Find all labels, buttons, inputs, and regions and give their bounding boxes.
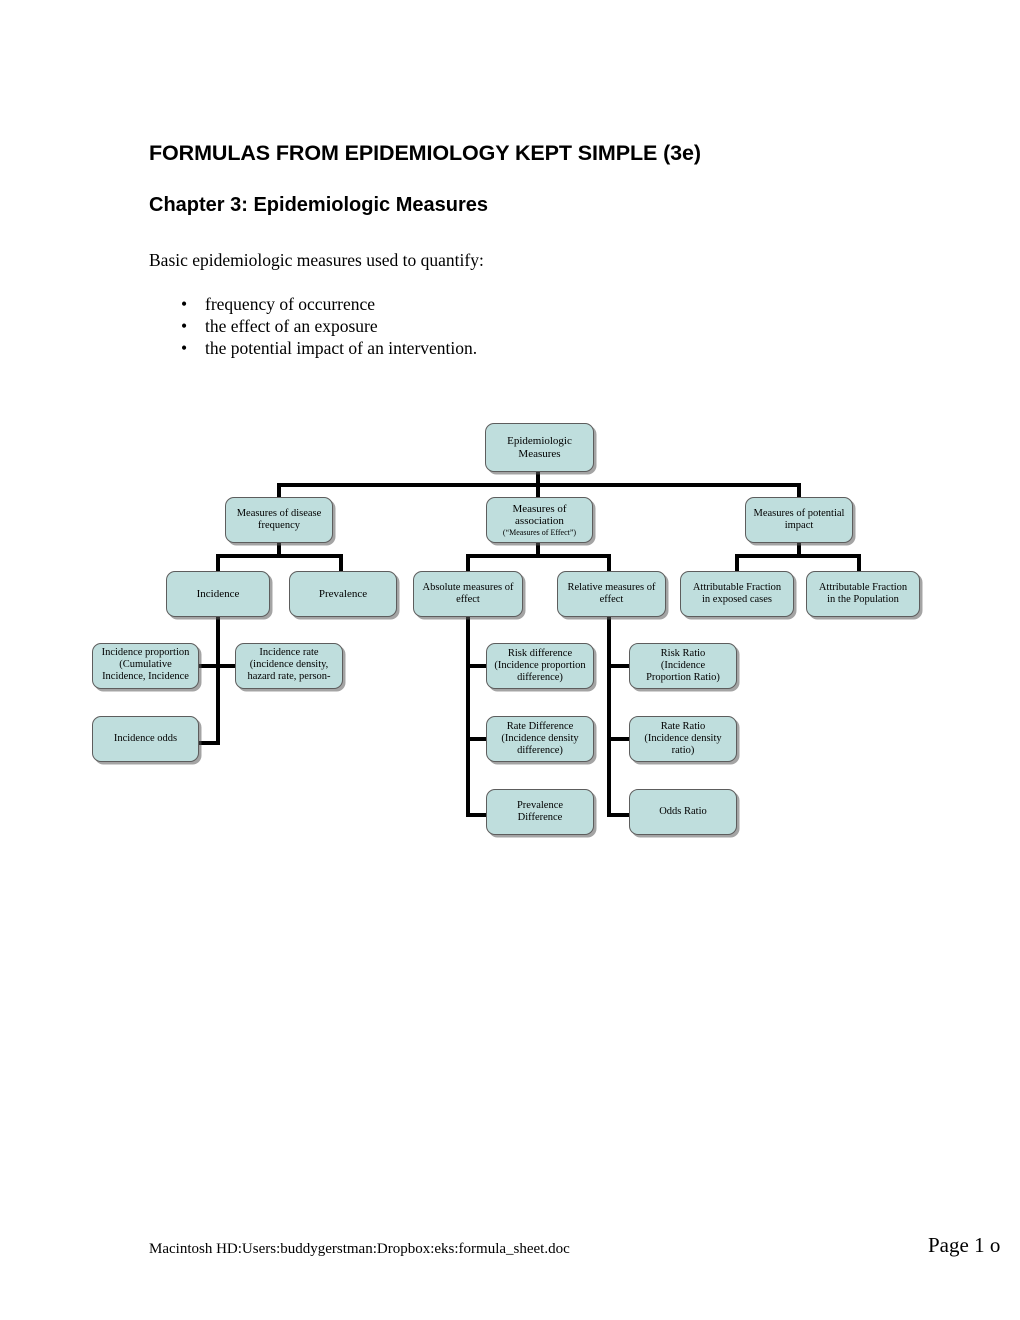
connector-absolute-spine — [466, 616, 470, 817]
connector-branch-incidence-odds — [197, 741, 219, 745]
footer-page-number: Page 1 o — [928, 1233, 1001, 1257]
connector-drop-association — [536, 483, 540, 498]
connector-drop-af-exposed — [735, 554, 739, 572]
node-label: Incidence — [196, 587, 240, 600]
node-measures-of-association: Measures of association (“Measures of Eff… — [486, 497, 593, 543]
node-incidence-proportion: Incidence proportion (Cumulative Inciden… — [92, 643, 199, 689]
node-label: Measures of disease frequency — [236, 507, 322, 531]
node-prevalence-difference: Prevalence Difference — [486, 789, 594, 835]
connector-drop-potential-impact — [797, 483, 801, 498]
node-attributable-fraction-in-the-population: Attributable Fraction in the Population — [806, 571, 920, 617]
node-label: Risk difference (Incidence proportion di… — [494, 647, 586, 684]
node-label: Absolute measures of effect — [422, 581, 514, 605]
connector-incidence-bus — [216, 554, 343, 558]
node-measures-of-disease-frequency: Measures of disease frequency — [225, 497, 333, 543]
node-label: Odds Ratio — [659, 805, 707, 817]
footer-file-path: Macintosh HD:Users:buddygerstman:Dropbox… — [149, 1241, 570, 1257]
node-rate-ratio: Rate Ratio (Incidence density ratio) — [629, 716, 737, 762]
node-label: Incidence odds — [113, 732, 178, 744]
node-label: Prevalence Difference — [516, 799, 564, 823]
node-risk-ratio: Risk Ratio (Incidence Proportion Ratio) — [629, 643, 737, 689]
node-label: Incidence rate (incidence density, hazar… — [247, 647, 331, 683]
connector-incidence-spine — [216, 616, 220, 745]
connector-drop-af-population — [857, 554, 861, 572]
node-rate-difference: Rate Difference (Incidence density diffe… — [486, 716, 594, 762]
connector-relative-spine — [607, 616, 611, 817]
node-label: Attributable Fraction in the Population — [818, 581, 908, 605]
connector-drop-incidence — [216, 554, 220, 572]
node-label: Attributable Fraction in exposed cases — [692, 581, 782, 605]
node-label: Rate Difference (Incidence density diffe… — [501, 720, 579, 757]
connector-drop-absolute — [466, 554, 470, 572]
node-prevalence: Prevalence — [289, 571, 397, 617]
node-label: Measures of association (“Measures of Eff… — [487, 503, 592, 538]
connector-drop-prevalence — [339, 554, 343, 572]
node-risk-difference: Risk difference (Incidence proportion di… — [486, 643, 594, 689]
connector-impact-bus — [735, 554, 861, 558]
connector-drop-relative — [607, 554, 611, 572]
node-incidence-rate: Incidence rate (incidence density, hazar… — [235, 643, 343, 689]
node-attributable-fraction-in-exposed-cases: Attributable Fraction in exposed cases — [680, 571, 794, 617]
node-label: Rate Ratio (Incidence density ratio) — [644, 720, 722, 757]
node-label: Relative measures of effect — [567, 581, 656, 605]
connector-drop-disease-frequency — [277, 483, 281, 498]
node-label: Risk Ratio (Incidence Proportion Ratio) — [646, 647, 720, 684]
node-incidence-odds: Incidence odds — [92, 716, 199, 762]
node-label: Epidemiologic Measures — [507, 434, 572, 460]
node-label: Measures of potential impact — [753, 507, 845, 531]
epidemiologic-measures-flowchart: Epidemiologic Measures Measures of diseas… — [0, 0, 1020, 1320]
node-relative-measures-of-effect: Relative measures of effect — [557, 571, 666, 617]
node-label: Incidence proportion (Cumulative Inciden… — [101, 647, 190, 683]
node-epidemiologic-measures: Epidemiologic Measures — [485, 423, 594, 472]
node-absolute-measures-of-effect: Absolute measures of effect — [413, 571, 523, 617]
connector-effect-bus — [466, 554, 611, 558]
node-incidence: Incidence — [166, 571, 270, 617]
node-label: Prevalence — [318, 587, 368, 600]
node-sub-label: (“Measures of Effect”) — [502, 528, 577, 538]
node-measures-of-potential-impact: Measures of potential impact — [745, 497, 853, 543]
node-odds-ratio: Odds Ratio — [629, 789, 737, 835]
